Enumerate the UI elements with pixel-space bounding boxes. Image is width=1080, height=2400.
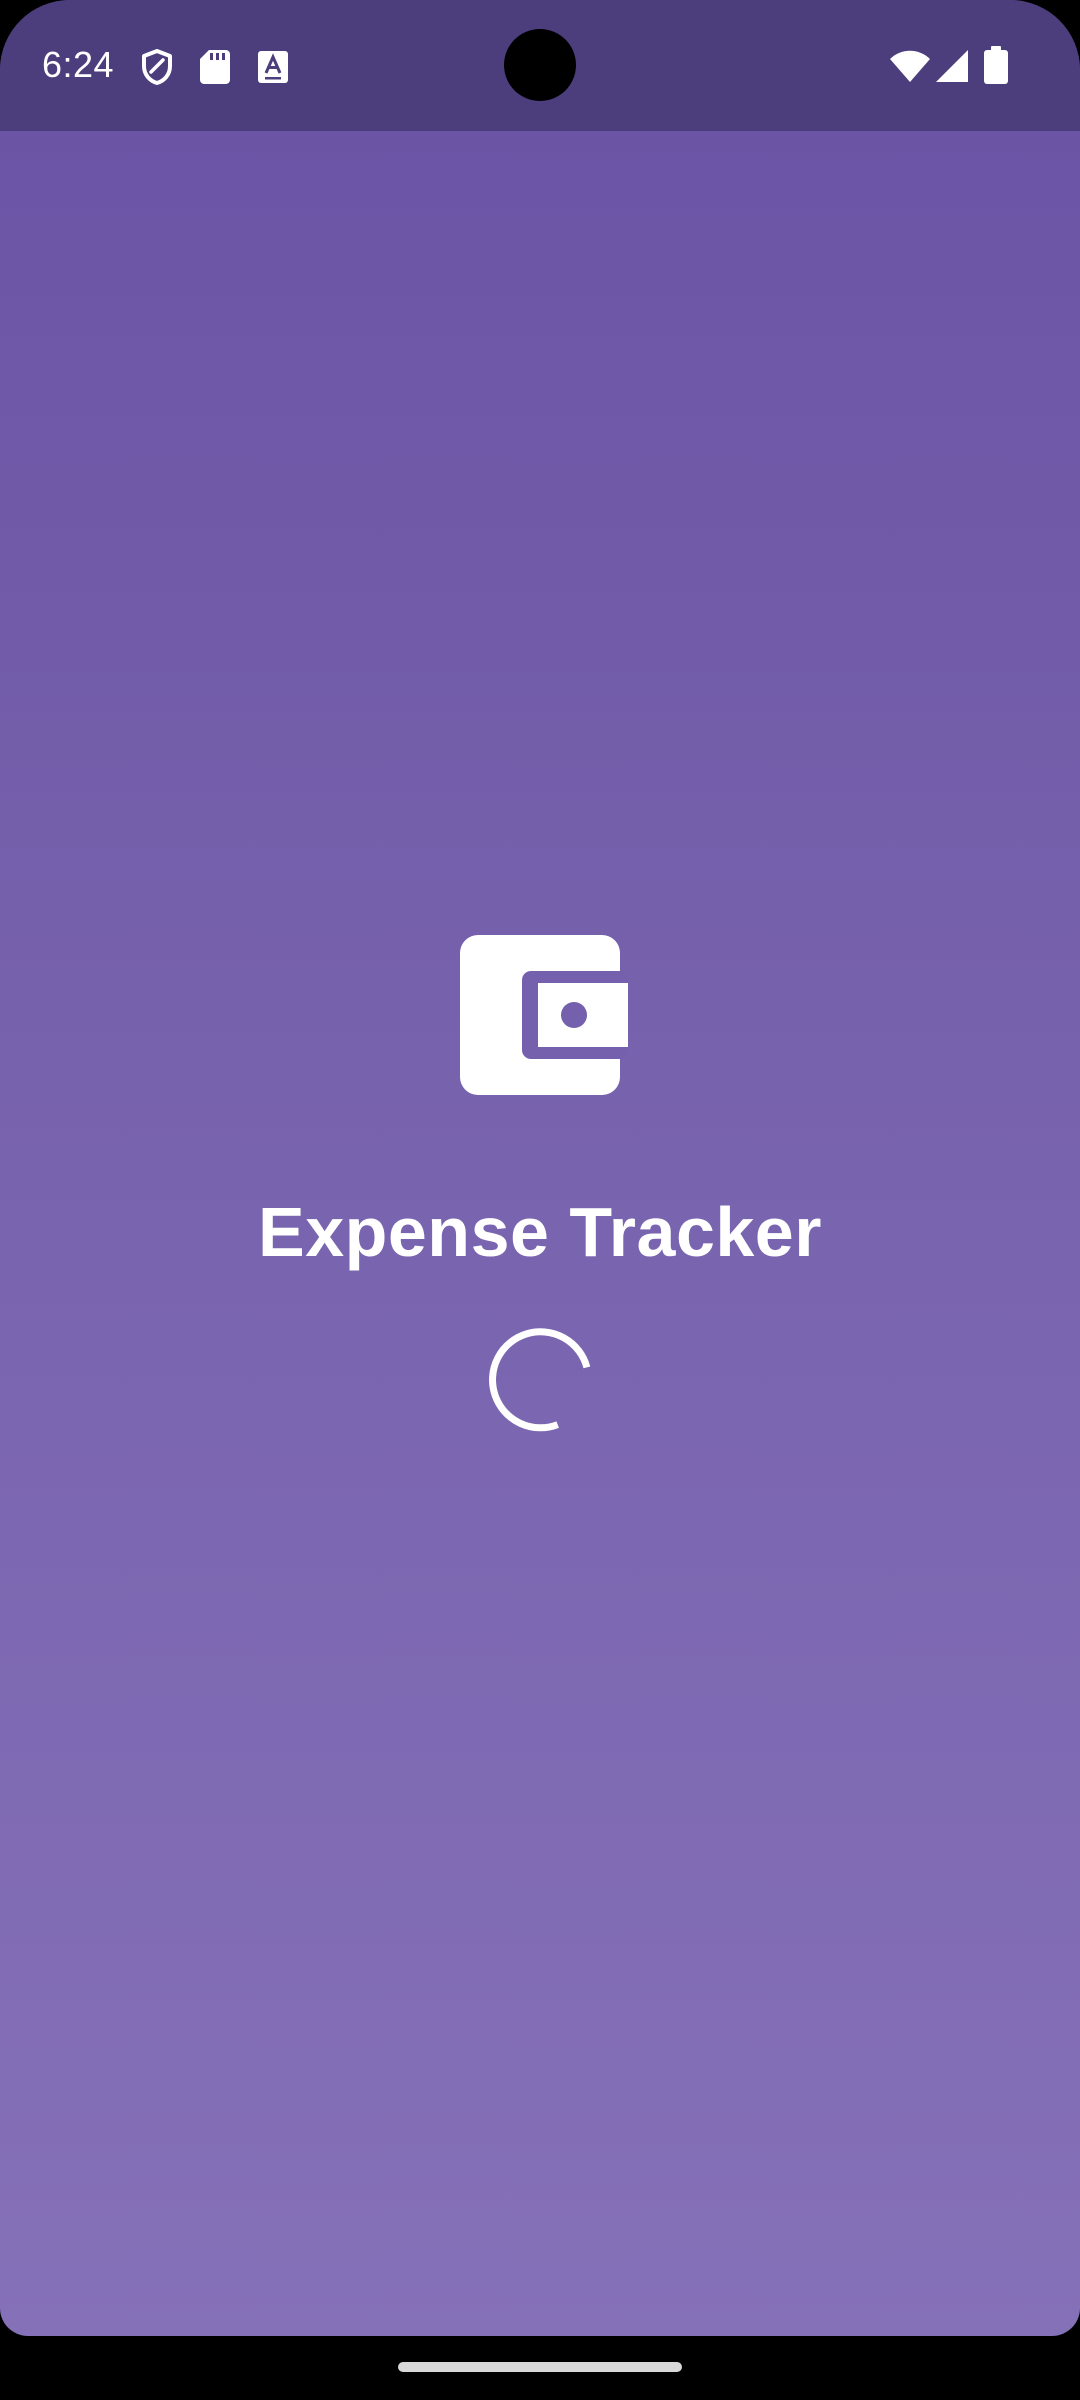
navigation-bar <box>0 2336 1080 2400</box>
progress-spinner-icon <box>489 1328 591 1432</box>
camera-cutout <box>504 29 576 101</box>
app-title: Expense Tracker <box>258 1193 822 1271</box>
home-gesture-bar[interactable] <box>398 2362 682 2372</box>
wifi-icon <box>890 50 930 82</box>
keyboard-a-icon <box>258 51 288 83</box>
shield-icon <box>142 49 172 85</box>
status-time: 6:24 <box>42 44 115 85</box>
battery-icon <box>984 46 1008 84</box>
sd-card-icon <box>200 50 230 84</box>
status-bar: 6:24 <box>0 0 1080 131</box>
splash-screen: 6:24 Expense Tracker <box>0 0 1080 2336</box>
cell-signal-icon <box>936 50 968 82</box>
wallet-icon <box>460 935 628 1095</box>
